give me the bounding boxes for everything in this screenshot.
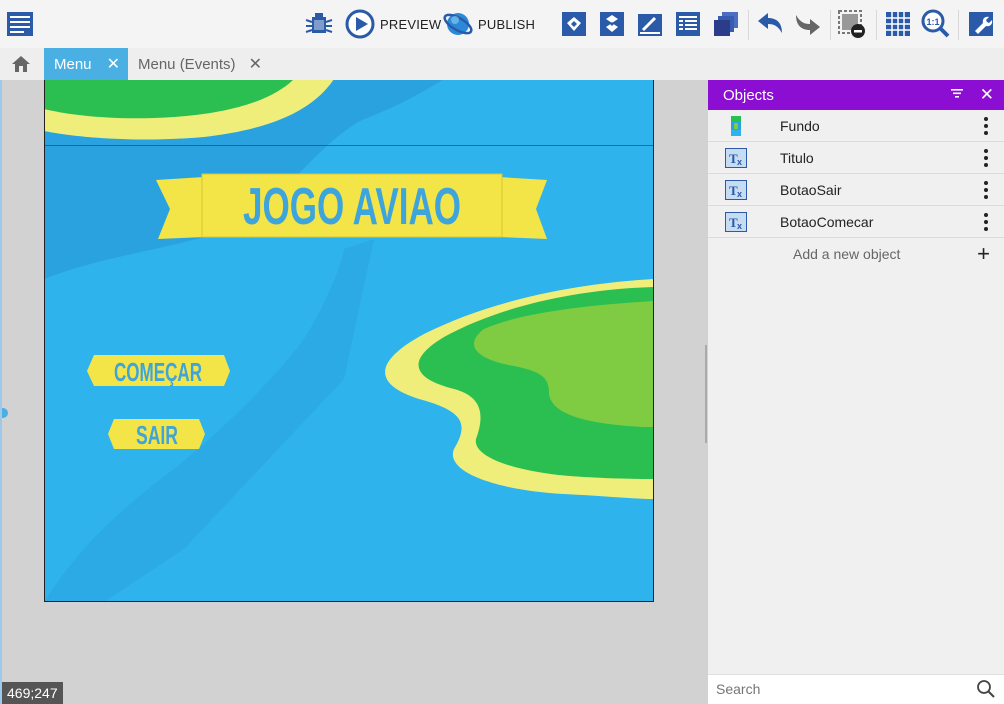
instances-list-icon[interactable]	[672, 8, 704, 40]
title-text: JOGO AVIAO	[243, 178, 461, 236]
home-icon	[12, 56, 30, 72]
scene-editor[interactable]: JOGO AVIAO COMEÇAR SAIR 469;247	[0, 80, 708, 704]
home-tab[interactable]	[0, 48, 42, 80]
objects-panel-header: Objects ✕	[708, 80, 1004, 110]
toolbar-separator	[958, 10, 959, 40]
delete-icon[interactable]	[836, 8, 868, 40]
object-row-titulo[interactable]: Tx Titulo	[708, 142, 1004, 174]
object-groups-icon[interactable]	[558, 8, 590, 40]
object-row-fundo[interactable]: Fundo	[708, 110, 1004, 142]
search-input[interactable]	[708, 675, 958, 703]
objects-panel: Objects ✕ Fundo Tx Titulo Tx BotaoSair T…	[708, 80, 1004, 704]
layers-icon[interactable]	[634, 8, 666, 40]
layer-editor-icon[interactable]	[710, 8, 742, 40]
svg-text:x: x	[737, 189, 742, 199]
publish-icon[interactable]	[442, 8, 474, 40]
tab-menu-events[interactable]: Menu (Events) ✕	[128, 48, 270, 80]
more-vert-icon[interactable]	[982, 116, 990, 136]
main-toolbar: PREVIEW PUBLISH 1:1	[0, 0, 1004, 48]
toolbar-separator	[830, 10, 831, 40]
close-icon[interactable]: ✕	[249, 54, 262, 74]
svg-text:1:1: 1:1	[926, 17, 939, 27]
sprite-object-icon	[731, 116, 741, 136]
object-row-botaocomecar[interactable]: Tx BotaoComecar	[708, 206, 1004, 238]
undo-icon[interactable]	[754, 8, 786, 40]
tab-bar: Menu ✕ Menu (Events) ✕	[0, 48, 1004, 80]
text-object-icon: Tx	[725, 180, 747, 200]
text-object-icon: Tx	[725, 212, 747, 232]
scene-canvas[interactable]: JOGO AVIAO COMEÇAR SAIR	[44, 80, 654, 602]
tab-label: Menu	[54, 55, 92, 73]
object-name: Fundo	[780, 117, 820, 134]
svg-text:x: x	[737, 221, 742, 231]
start-button[interactable]: COMEÇAR	[114, 357, 202, 387]
zoom-icon[interactable]: 1:1	[920, 8, 952, 40]
add-icon[interactable]: +	[977, 241, 990, 267]
tab-label: Menu (Events)	[138, 55, 236, 73]
preview-button[interactable]: PREVIEW	[380, 17, 441, 32]
object-search	[708, 674, 1004, 704]
panel-title: Objects	[723, 86, 774, 104]
project-manager-icon[interactable]	[4, 8, 36, 40]
toolbar-separator	[876, 10, 877, 40]
exit-button[interactable]: SAIR	[136, 420, 178, 450]
object-name: BotaoSair	[780, 181, 842, 198]
filter-icon[interactable]	[950, 86, 964, 104]
preview-icon[interactable]	[344, 8, 376, 40]
object-row-botaosair[interactable]: Tx BotaoSair	[708, 174, 1004, 206]
add-object-row[interactable]: Add a new object +	[708, 238, 1004, 270]
more-vert-icon[interactable]	[982, 148, 990, 168]
panel-splitter[interactable]	[705, 345, 707, 443]
object-name: Titulo	[780, 149, 814, 166]
search-icon[interactable]	[976, 679, 996, 704]
more-vert-icon[interactable]	[982, 212, 990, 232]
toolbar-separator	[748, 10, 749, 40]
redo-icon[interactable]	[792, 8, 824, 40]
resize-handle[interactable]	[2, 408, 8, 418]
coordinate-readout: 469;247	[2, 682, 63, 704]
object-properties-icon[interactable]	[596, 8, 628, 40]
screen-boundary-line	[44, 145, 654, 146]
svg-text:x: x	[737, 157, 742, 167]
close-icon[interactable]: ✕	[107, 54, 120, 74]
tab-menu[interactable]: Menu ✕	[44, 48, 128, 80]
publish-button[interactable]: PUBLISH	[478, 17, 535, 32]
settings-icon[interactable]	[965, 8, 997, 40]
object-name: BotaoComecar	[780, 213, 874, 230]
debugger-icon[interactable]	[303, 8, 335, 40]
add-object-label: Add a new object	[793, 246, 901, 262]
grid-icon[interactable]	[882, 8, 914, 40]
text-object-icon: Tx	[725, 148, 747, 168]
close-icon[interactable]: ✕	[980, 85, 994, 105]
more-vert-icon[interactable]	[982, 180, 990, 200]
